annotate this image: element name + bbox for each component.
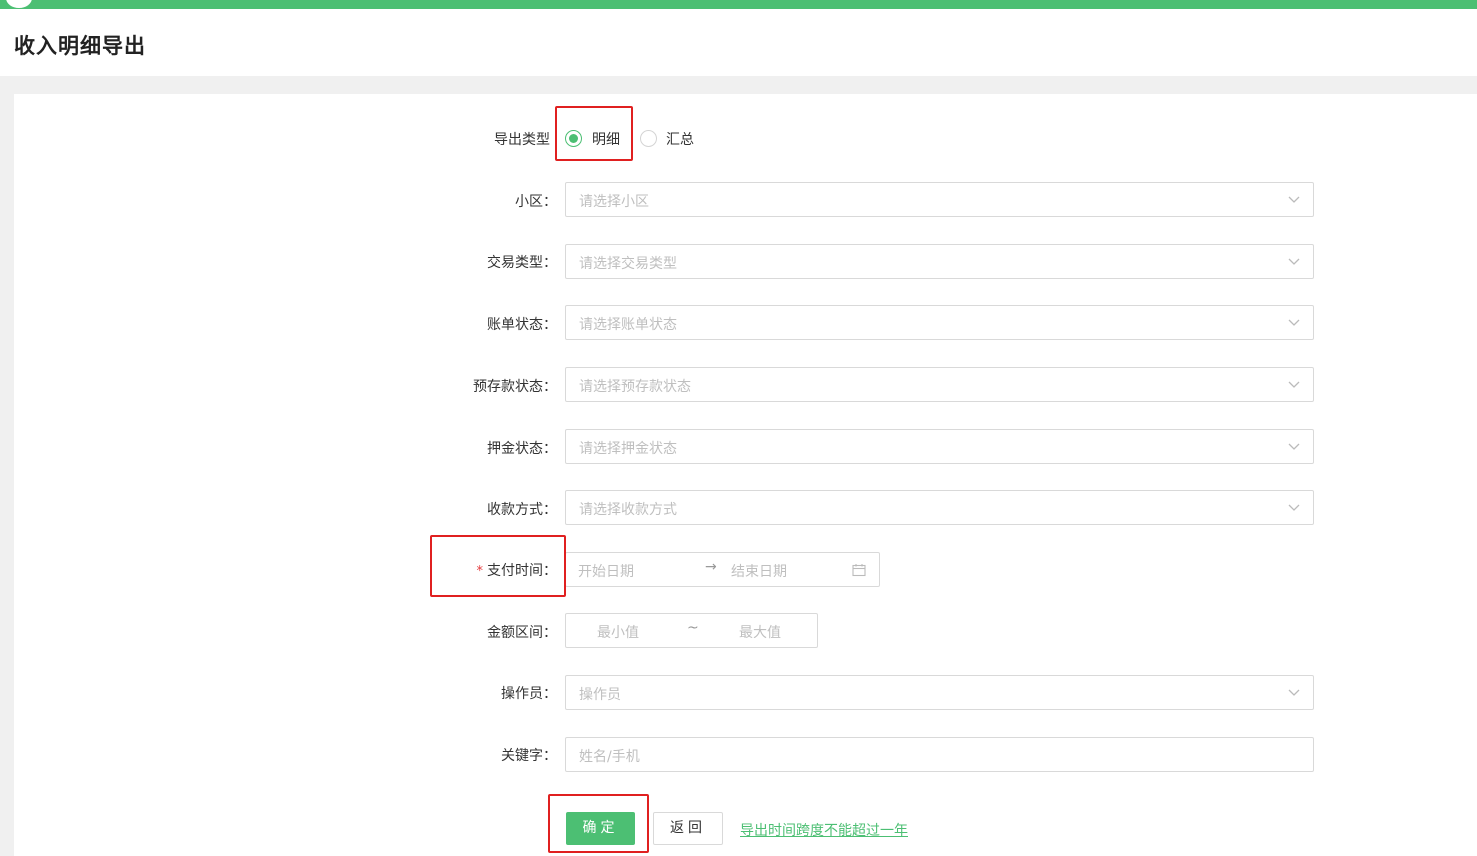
pay-method-select[interactable]: 请选择收款方式 xyxy=(565,490,1314,525)
top-accent-bar xyxy=(0,0,1477,9)
chevron-down-icon xyxy=(1288,319,1300,326)
community-select[interactable]: 请选择小区 xyxy=(565,182,1314,217)
back-button[interactable]: 返回 xyxy=(653,812,723,845)
trade-type-select[interactable]: 请选择交易类型 xyxy=(565,244,1314,279)
amount-min-input[interactable]: 最小值 xyxy=(597,622,639,642)
amount-range-separator: ~ xyxy=(687,620,699,636)
bill-status-select[interactable]: 请选择账单状态 xyxy=(565,305,1314,340)
highlight-export-type xyxy=(555,106,633,161)
end-date-input[interactable]: 结束日期 xyxy=(731,561,787,581)
pledge-status-label: 押金状态： xyxy=(487,441,557,457)
pay-method-placeholder: 请选择收款方式 xyxy=(579,502,677,518)
time-span-note-link[interactable]: 导出时间跨度不能超过一年 xyxy=(740,820,908,840)
deposit-status-select[interactable]: 请选择预存款状态 xyxy=(565,367,1314,402)
amount-max-input[interactable]: 最大值 xyxy=(739,622,781,642)
start-date-input[interactable]: 开始日期 xyxy=(578,561,634,581)
trade-type-label: 交易类型： xyxy=(487,255,557,271)
pay-time-range-picker[interactable]: 开始日期 → 结束日期 xyxy=(565,552,880,587)
calendar-icon[interactable] xyxy=(852,563,866,577)
pay-method-label: 收款方式： xyxy=(487,502,557,518)
highlight-confirm xyxy=(548,794,649,853)
trade-type-placeholder: 请选择交易类型 xyxy=(579,256,677,272)
operator-placeholder: 操作员 xyxy=(579,687,621,703)
highlight-pay-time xyxy=(430,535,566,597)
radio-summary-label[interactable]: 汇总 xyxy=(666,129,694,149)
community-placeholder: 请选择小区 xyxy=(579,194,649,210)
chevron-down-icon xyxy=(1288,258,1300,265)
keyword-label: 关键字： xyxy=(501,748,557,764)
chevron-down-icon xyxy=(1288,443,1300,450)
chevron-down-icon xyxy=(1288,196,1300,203)
date-range-arrow: → xyxy=(705,559,717,575)
radio-summary[interactable] xyxy=(640,130,657,147)
deposit-status-label: 预存款状态： xyxy=(473,379,557,395)
chevron-down-icon xyxy=(1288,381,1300,388)
bill-status-label: 账单状态： xyxy=(487,317,557,333)
amount-range-input[interactable]: 最小值 ~ 最大值 xyxy=(565,613,818,648)
community-label: 小区： xyxy=(515,194,557,210)
pledge-status-select[interactable]: 请选择押金状态 xyxy=(565,429,1314,464)
logo-icon xyxy=(6,0,32,8)
keyword-input[interactable]: 姓名/手机 xyxy=(565,737,1314,772)
chevron-down-icon xyxy=(1288,504,1300,511)
chevron-down-icon xyxy=(1288,689,1300,696)
deposit-status-placeholder: 请选择预存款状态 xyxy=(579,379,691,395)
pledge-status-placeholder: 请选择押金状态 xyxy=(579,441,677,457)
page-header: 收入明细导出 xyxy=(0,9,1477,76)
keyword-placeholder: 姓名/手机 xyxy=(579,749,640,765)
amount-range-label: 金额区间： xyxy=(487,625,557,641)
operator-select[interactable]: 操作员 xyxy=(565,675,1314,710)
page-title: 收入明细导出 xyxy=(14,34,146,58)
bill-status-placeholder: 请选择账单状态 xyxy=(579,317,677,333)
export-type-label: 导出类型 xyxy=(494,132,550,148)
operator-label: 操作员： xyxy=(501,686,557,702)
